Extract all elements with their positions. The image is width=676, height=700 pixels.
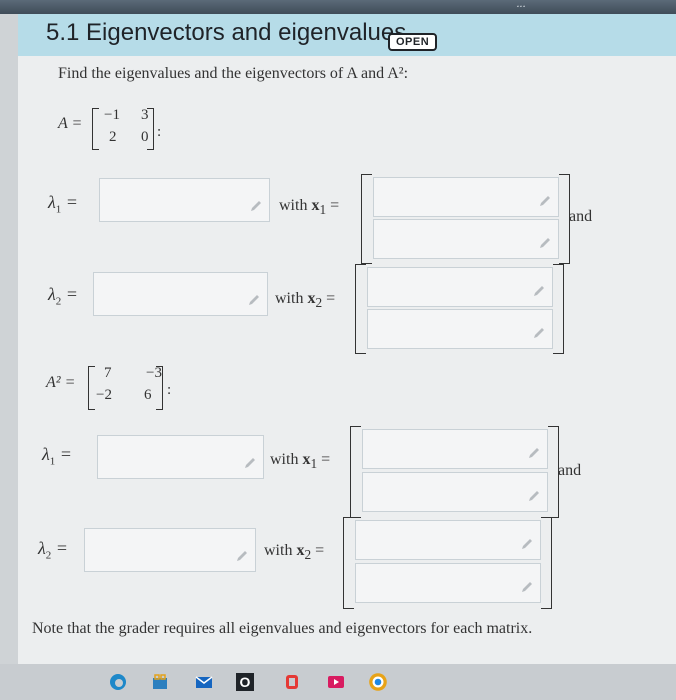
with-label: with x2 = <box>275 290 336 311</box>
with-label: with x1 = <box>279 197 340 218</box>
eigenvector-component-input[interactable] <box>367 267 553 307</box>
grader-note: Note that the grader requires all eigenv… <box>32 620 533 637</box>
eigenvector-component-input[interactable] <box>355 520 541 560</box>
matrix-a-left-bracket <box>92 108 99 150</box>
eigenvector-component-input[interactable] <box>373 219 559 259</box>
vector-left-bracket <box>361 174 372 264</box>
instructions: Find the eigenvalues and the eigenvector… <box>58 65 409 82</box>
matrix-a2-cell: 7 <box>104 365 112 381</box>
top-strip-text: ... <box>516 0 526 10</box>
vector-right-bracket <box>553 264 564 354</box>
edge-icon[interactable] <box>106 670 130 694</box>
eigenvalue-input[interactable] <box>99 178 270 222</box>
matrix-a-suffix: : <box>157 124 162 140</box>
matrix-a-label: A = <box>58 115 83 132</box>
section-title: 5.1 Eigenvectors and eigenvalues <box>46 19 407 46</box>
section-header: 5.1 Eigenvectors and eigenvalues OPEN <box>18 14 676 56</box>
eigenvalue-input[interactable] <box>93 272 268 316</box>
pencil-icon[interactable] <box>247 293 261 307</box>
matrix-a2-cell: −2 <box>96 387 112 403</box>
eigenvector-component-input[interactable] <box>362 429 548 469</box>
lambda2-label: λ2 = <box>48 284 78 308</box>
matrix-a-cell: 2 <box>109 129 117 145</box>
and-label: and <box>569 208 593 225</box>
media-icon[interactable] <box>324 670 348 694</box>
lambda2-label: λ2 = <box>38 538 68 562</box>
pencil-icon[interactable] <box>538 236 552 250</box>
lambda1-label: λ1 = <box>42 444 72 468</box>
taskbar: O <box>0 664 676 700</box>
eigenvector-component-input[interactable] <box>355 563 541 603</box>
and-label: and <box>558 462 582 479</box>
with-label: with x2 = <box>264 542 325 563</box>
eigenvalue-input[interactable] <box>97 435 264 479</box>
pencil-icon[interactable] <box>532 284 546 298</box>
pencil-icon[interactable] <box>243 456 257 470</box>
eigenvalue-input[interactable] <box>84 528 256 572</box>
pencil-icon[interactable] <box>520 580 534 594</box>
browser-top-strip: ... <box>0 0 676 14</box>
open-badge: OPEN <box>388 33 438 51</box>
pencil-icon[interactable] <box>249 199 263 213</box>
pencil-icon[interactable] <box>235 549 249 563</box>
eigenvector-component-input[interactable] <box>373 177 559 217</box>
matrix-a2-left-bracket <box>88 366 95 410</box>
pencil-icon[interactable] <box>527 489 541 503</box>
pencil-icon[interactable] <box>532 326 546 340</box>
vector-left-bracket <box>343 517 354 609</box>
vector-right-bracket <box>541 517 552 609</box>
store-icon[interactable] <box>148 670 172 694</box>
matrix-a-right-bracket <box>147 108 154 150</box>
office-icon[interactable]: O <box>236 673 254 691</box>
vector-left-bracket <box>350 426 361 518</box>
pencil-icon[interactable] <box>527 446 541 460</box>
question-panel: 5.1 Eigenvectors and eigenvalues OPEN Fi… <box>18 14 676 664</box>
zoom-icon[interactable] <box>280 670 304 694</box>
vector-left-bracket <box>355 264 366 354</box>
matrix-a-cell: −1 <box>104 107 120 123</box>
matrix-a2-cell: 6 <box>144 387 152 403</box>
matrix-a2-suffix: : <box>167 382 172 398</box>
lambda1-label: λ1 = <box>48 192 78 216</box>
matrix-a2-label: A² = <box>46 374 76 391</box>
pencil-icon[interactable] <box>520 537 534 551</box>
eigenvector-component-input[interactable] <box>367 309 553 349</box>
with-label: with x1 = <box>270 451 331 472</box>
eigenvector-component-input[interactable] <box>362 472 548 512</box>
pencil-icon[interactable] <box>538 194 552 208</box>
chrome-icon[interactable] <box>366 670 390 694</box>
matrix-a2-right-bracket <box>156 366 163 410</box>
mail-icon[interactable] <box>192 670 216 694</box>
